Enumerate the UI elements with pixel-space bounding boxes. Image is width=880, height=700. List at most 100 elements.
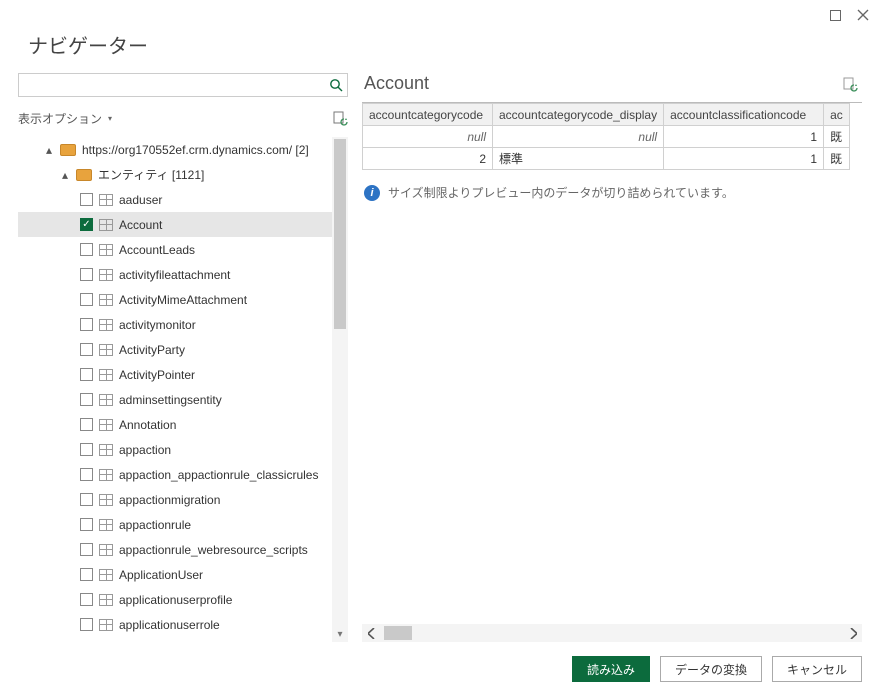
checkbox[interactable] <box>80 243 93 256</box>
refresh-icon[interactable] <box>332 110 348 126</box>
tree-wrap: ▴ https://org170552ef.crm.dynamics.com/ [… <box>18 137 348 642</box>
checkbox[interactable] <box>80 593 93 606</box>
tree-item-label[interactable]: ActivityMimeAttachment <box>119 293 247 307</box>
info-icon: i <box>364 185 380 201</box>
table-cell: null <box>493 126 664 148</box>
tree-item-label[interactable]: appaction_appactionrule_classicrules <box>119 468 318 482</box>
entity-tree[interactable]: ▴ https://org170552ef.crm.dynamics.com/ [… <box>18 137 348 642</box>
checkbox[interactable] <box>80 293 93 306</box>
column-header[interactable]: accountclassificationcode <box>664 104 824 126</box>
checkbox[interactable] <box>80 568 93 581</box>
table-cell: 1 <box>664 148 824 170</box>
titlebar <box>0 0 880 30</box>
display-options-dropdown[interactable]: 表示オプション ▾ <box>18 110 112 127</box>
checkbox[interactable] <box>80 443 93 456</box>
tree-entities-label[interactable]: エンティティ [1121] <box>98 166 204 183</box>
table-icon <box>99 294 113 306</box>
scroll-down-icon[interactable]: ▾ <box>332 629 348 640</box>
caret-down-icon[interactable]: ▴ <box>44 143 54 157</box>
tree-item-label[interactable]: applicationuserrole <box>119 618 220 632</box>
load-button[interactable]: 読み込み <box>572 656 650 682</box>
checkbox[interactable] <box>80 518 93 531</box>
tree-item-label[interactable]: appaction <box>119 443 171 457</box>
body: 表示オプション ▾ ▴ https://org170552ef.crm.dynam… <box>0 65 880 642</box>
table-icon <box>99 319 113 331</box>
checkbox[interactable] <box>80 318 93 331</box>
tree-item-label[interactable]: activityfileattachment <box>119 268 230 282</box>
checkbox[interactable] <box>80 268 93 281</box>
table-cell: 標準 <box>493 148 664 170</box>
table-icon <box>99 469 113 481</box>
table-icon <box>99 344 113 356</box>
tree-item-label[interactable]: ActivityPointer <box>119 368 195 382</box>
search-box[interactable] <box>18 73 348 97</box>
hscroll-thumb[interactable] <box>384 626 412 640</box>
table-icon <box>99 444 113 456</box>
table-cell: 既 <box>824 148 850 170</box>
tree-item-label[interactable]: activitymonitor <box>119 318 196 332</box>
tree-item-label[interactable]: applicationuserprofile <box>119 593 232 607</box>
table-icon <box>99 194 113 206</box>
search-input[interactable] <box>23 75 329 95</box>
table-cell: 2 <box>363 148 493 170</box>
caret-down-icon[interactable]: ▴ <box>60 168 70 182</box>
notice-text: サイズ制限よりプレビュー内のデータが切り詰められています。 <box>388 184 734 201</box>
tree-item-label[interactable]: AccountLeads <box>119 243 195 257</box>
column-header[interactable]: accountcategorycode <box>363 104 493 126</box>
tree-item-label[interactable]: adminsettingsentity <box>119 393 222 407</box>
table-cell: 1 <box>664 126 824 148</box>
checkbox[interactable] <box>80 618 93 631</box>
scroll-right-icon[interactable] <box>844 624 862 642</box>
preview-header: Account <box>362 73 862 102</box>
table-icon <box>99 269 113 281</box>
maximize-button[interactable] <box>828 8 842 22</box>
checkbox[interactable] <box>80 468 93 481</box>
checkbox-checked[interactable]: ✓ <box>80 218 93 231</box>
tree-root-label[interactable]: https://org170552ef.crm.dynamics.com/ [2… <box>82 143 309 157</box>
search-icon[interactable] <box>329 78 343 92</box>
preview-refresh-icon[interactable] <box>842 76 858 92</box>
folder-icon <box>76 169 92 181</box>
tree-item-label[interactable]: appactionmigration <box>119 493 220 507</box>
checkbox[interactable] <box>80 393 93 406</box>
table-cell: null <box>363 126 493 148</box>
table-row[interactable]: 2標準1既 <box>363 148 850 170</box>
table-icon <box>99 244 113 256</box>
chevron-down-icon: ▾ <box>108 114 112 123</box>
checkbox[interactable] <box>80 193 93 206</box>
checkbox[interactable] <box>80 543 93 556</box>
checkbox[interactable] <box>80 493 93 506</box>
tree-item-label[interactable]: appactionrule <box>119 518 191 532</box>
preview-grid[interactable]: accountcategorycodeaccountcategorycode_d… <box>362 102 862 170</box>
checkbox[interactable] <box>80 343 93 356</box>
display-options-label: 表示オプション <box>18 110 102 127</box>
table-icon <box>99 619 113 631</box>
close-button[interactable] <box>856 8 870 22</box>
checkbox[interactable] <box>80 368 93 381</box>
navigator-window: ナビゲーター 表示オプション ▾ ▴https://org <box>0 0 880 700</box>
transform-data-button[interactable]: データの変換 <box>660 656 762 682</box>
column-header[interactable]: ac <box>824 104 850 126</box>
column-header[interactable]: accountcategorycode_display <box>493 104 664 126</box>
display-options-row: 表示オプション ▾ <box>18 103 348 133</box>
table-icon <box>99 369 113 381</box>
tree-item-label[interactable]: Annotation <box>119 418 176 432</box>
tree-item-label[interactable]: aaduser <box>119 193 162 207</box>
preview-title: Account <box>364 73 429 94</box>
horizontal-scrollbar[interactable] <box>362 624 862 642</box>
scroll-left-icon[interactable] <box>362 624 380 642</box>
tree-item-label[interactable]: ActivityParty <box>119 343 185 357</box>
vertical-scrollbar[interactable]: ▾ <box>332 137 348 642</box>
tree-item-label[interactable]: Account <box>119 218 162 232</box>
scroll-thumb[interactable] <box>334 139 346 329</box>
table-icon <box>99 494 113 506</box>
table-icon <box>99 519 113 531</box>
checkbox[interactable] <box>80 418 93 431</box>
window-title: ナビゲーター <box>0 30 880 65</box>
table-row[interactable]: nullnull1既 <box>363 126 850 148</box>
cancel-button[interactable]: キャンセル <box>772 656 862 682</box>
table-icon <box>99 594 113 606</box>
tree-item-label[interactable]: ApplicationUser <box>119 568 203 582</box>
truncation-notice: i サイズ制限よりプレビュー内のデータが切り詰められています。 <box>362 184 862 201</box>
tree-item-label[interactable]: appactionrule_webresource_scripts <box>119 543 308 557</box>
